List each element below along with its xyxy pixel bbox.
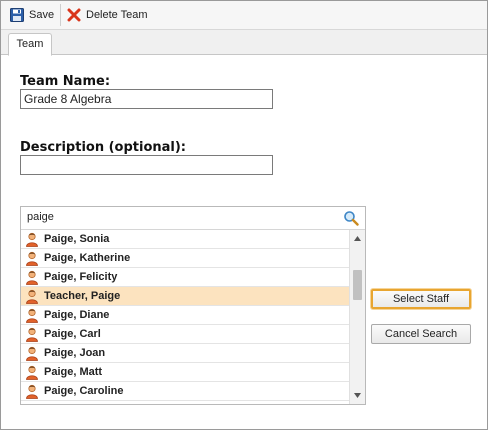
staff-search-query: paige bbox=[27, 211, 54, 223]
person-icon bbox=[26, 365, 38, 380]
delete-team-button[interactable]: Delete Team bbox=[67, 6, 148, 24]
staff-result-row[interactable]: Paige, Diane bbox=[21, 306, 349, 325]
tab-team[interactable]: Team bbox=[8, 33, 52, 56]
delete-team-label: Delete Team bbox=[86, 9, 148, 21]
team-name-field[interactable]: Grade 8 Algebra bbox=[20, 89, 273, 109]
staff-result-name: Paige, Katherine bbox=[44, 252, 131, 264]
staff-result-row[interactable]: Paige, Carl bbox=[21, 325, 349, 344]
staff-result-row[interactable]: Teacher, Paige bbox=[21, 287, 349, 306]
search-icon[interactable] bbox=[343, 210, 359, 226]
person-icon bbox=[26, 270, 38, 285]
description-label: Description (optional): bbox=[20, 140, 187, 155]
staff-result-name: Paige, Sonia bbox=[44, 233, 110, 245]
person-icon bbox=[26, 308, 38, 323]
save-label: Save bbox=[29, 9, 55, 21]
staff-result-name: Paige, Felicity bbox=[44, 271, 118, 283]
staff-search-input[interactable]: paige bbox=[21, 207, 365, 230]
person-icon bbox=[26, 346, 38, 361]
scroll-down-icon[interactable] bbox=[353, 391, 362, 400]
person-icon bbox=[26, 384, 38, 399]
tab-team-label: Team bbox=[16, 38, 44, 50]
toolbar: Save Delete Team bbox=[1, 1, 487, 30]
scroll-thumb[interactable] bbox=[353, 270, 362, 300]
scroll-up-icon[interactable] bbox=[353, 234, 362, 243]
staff-result-row[interactable]: Paige, Joan bbox=[21, 344, 349, 363]
staff-result-row[interactable]: Paige, Felicity bbox=[21, 268, 349, 287]
select-staff-button[interactable]: Select Staff bbox=[371, 289, 471, 309]
delete-icon bbox=[67, 8, 81, 22]
staff-result-row[interactable]: Paige, Katherine bbox=[21, 249, 349, 268]
staff-results-list: Paige, Sonia Paige, Katherine Paige, Felic… bbox=[21, 230, 349, 404]
tab-strip: Team bbox=[1, 30, 487, 56]
staff-result-name: Teacher, Paige bbox=[44, 290, 121, 302]
staff-result-name: Paige, Caroline bbox=[44, 385, 124, 397]
staff-result-name: Paige, Carl bbox=[44, 328, 101, 340]
person-icon bbox=[26, 289, 38, 304]
save-button[interactable]: Save bbox=[10, 6, 54, 24]
person-icon bbox=[26, 327, 38, 342]
staff-result-name: Paige, Matt bbox=[44, 366, 103, 378]
team-name-label: Team Name: bbox=[20, 74, 111, 89]
staff-result-row[interactable]: Paige, Caroline bbox=[21, 382, 349, 401]
cancel-search-button[interactable]: Cancel Search bbox=[371, 324, 471, 344]
staff-result-row[interactable]: Paige, Matt bbox=[21, 363, 349, 382]
description-field[interactable] bbox=[20, 155, 273, 175]
results-scrollbar[interactable] bbox=[349, 230, 365, 404]
staff-result-row[interactable]: Paige, Sonia bbox=[21, 230, 349, 249]
staff-result-name: Paige, Diane bbox=[44, 309, 110, 321]
toolbar-separator bbox=[60, 4, 61, 26]
save-icon bbox=[10, 8, 24, 22]
staff-result-name: Paige, Joan bbox=[44, 347, 106, 359]
person-icon bbox=[26, 232, 38, 247]
staff-search-panel: paige Paige, Sonia Paige, Katherine Paige,… bbox=[20, 206, 366, 405]
person-icon bbox=[26, 251, 38, 266]
